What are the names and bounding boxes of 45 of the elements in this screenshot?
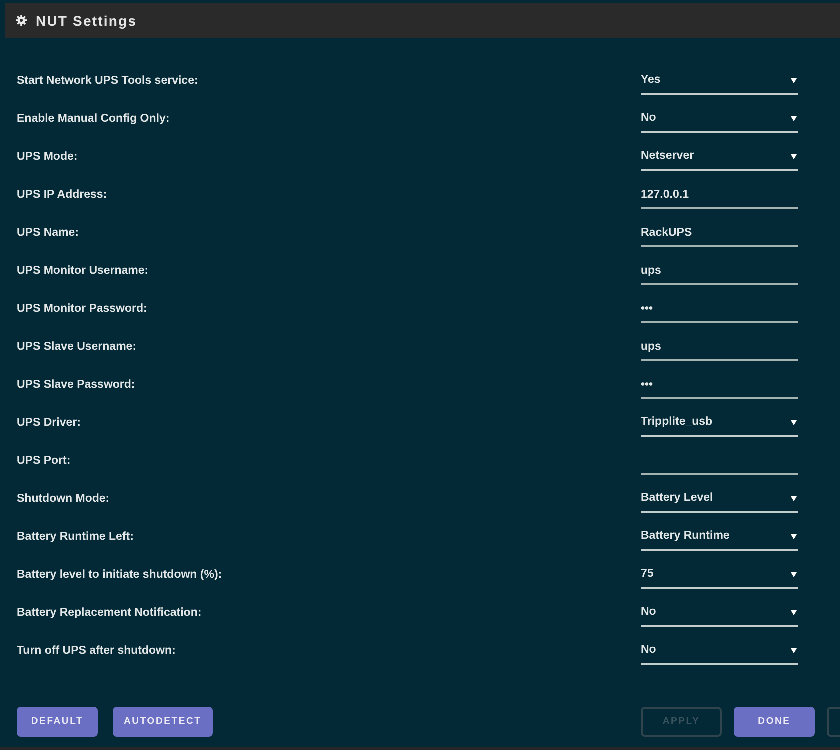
dropdown[interactable]: Tripplite_usb: [641, 410, 798, 437]
action-button[interactable]: AUTODETECT: [113, 707, 213, 737]
field-label: Battery Replacement Notification:: [17, 606, 202, 621]
caret-icon: [791, 420, 797, 426]
input-field[interactable]: ups: [641, 334, 798, 361]
caret-icon: [791, 496, 797, 502]
field-label: UPS IP Address:: [17, 188, 108, 203]
page-title: NUT Settings: [36, 12, 138, 30]
caret-icon: [791, 648, 797, 654]
field-label: Battery Runtime Left:: [17, 530, 134, 545]
caret-icon: [791, 572, 797, 578]
field-label: UPS Monitor Username:: [17, 264, 149, 279]
dropdown[interactable]: Yes: [641, 68, 798, 95]
field-label: UPS Driver:: [17, 416, 81, 431]
field-label: UPS Name:: [17, 226, 79, 241]
action-button[interactable]: DEFAULT: [17, 707, 98, 737]
field-label: Enable Manual Config Only:: [17, 112, 170, 127]
field-label: UPS Slave Password:: [17, 378, 136, 393]
dropdown[interactable]: Battery Level: [641, 486, 798, 513]
dropdown[interactable]: Battery Runtime: [641, 524, 798, 551]
input-field[interactable]: 127.0.0.1: [641, 182, 798, 209]
caret-icon: [791, 116, 797, 122]
settings-icon: [16, 15, 27, 26]
input-field[interactable]: RackUPS: [641, 220, 798, 247]
action-button[interactable]: DONE: [734, 707, 815, 737]
field-label: Start Network UPS Tools service:: [17, 74, 198, 89]
caret-icon: [791, 610, 797, 616]
dropdown[interactable]: No: [641, 600, 798, 627]
field-label: UPS Monitor Password:: [17, 302, 148, 317]
input-field[interactable]: •••: [641, 372, 798, 399]
input-field[interactable]: ups: [641, 258, 798, 285]
field-label: Turn off UPS after shutdown:: [17, 644, 176, 659]
field-label: UPS Slave Username:: [17, 340, 137, 355]
caret-icon: [791, 154, 797, 160]
dropdown[interactable]: No: [641, 106, 798, 133]
dropdown[interactable]: No: [641, 638, 798, 665]
input-field[interactable]: •••: [641, 296, 798, 323]
field-label: Shutdown Mode:: [17, 492, 110, 507]
caret-icon: [791, 534, 797, 540]
field-label: Battery level to initiate shutdown (%):: [17, 568, 222, 583]
dropdown[interactable]: 75: [641, 562, 798, 589]
field-label: UPS Port:: [17, 454, 71, 469]
field-label: UPS Mode:: [17, 150, 78, 165]
caret-icon: [791, 78, 797, 84]
dropdown[interactable]: Netserver: [641, 144, 798, 171]
